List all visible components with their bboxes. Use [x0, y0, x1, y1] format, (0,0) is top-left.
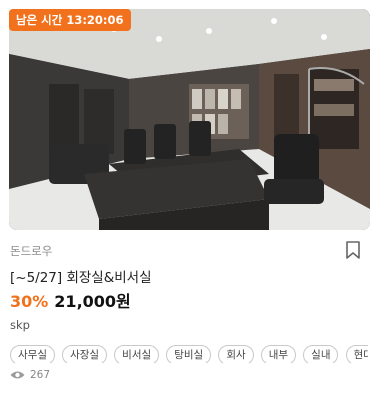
tag-chip[interactable]: 탕비실 — [166, 345, 212, 363]
time-remaining-badge: 남은 시간 13:20:06 — [9, 9, 131, 31]
product-thumbnail[interactable] — [9, 9, 370, 230]
sale-price: 21,000원 — [54, 292, 131, 311]
discount-rate: 30% — [10, 292, 49, 311]
brand-label: skp — [10, 318, 30, 332]
tag-chip[interactable]: 실내 — [303, 345, 339, 363]
product-card[interactable]: 남은 시간 13:20:06 돈드로우 [~5/27] 회장실&비서실 30% 2… — [0, 0, 377, 397]
product-title[interactable]: [~5/27] 회장실&비서실 — [10, 266, 152, 286]
price-row: 30% 21,000원 — [10, 288, 131, 312]
office-render-image — [9, 9, 370, 230]
tag-chip[interactable]: 사무실 — [10, 345, 55, 363]
tag-chip[interactable]: 사장실 — [62, 345, 108, 363]
tag-list: 사무실 사장실 비서실 탕비실 회사 내부 실내 현대둘 — [10, 343, 368, 363]
tag-chip[interactable]: 비서실 — [114, 345, 160, 363]
tag-chip[interactable]: 회사 — [218, 345, 254, 363]
view-count-value: 267 — [30, 369, 51, 381]
tag-chip[interactable]: 내부 — [260, 345, 297, 363]
eye-icon — [10, 371, 25, 379]
bookmark-icon[interactable] — [345, 241, 361, 259]
seller-name[interactable]: 돈드로우 — [10, 243, 52, 259]
tag-chip[interactable]: 현대둘 — [345, 345, 368, 363]
view-count: 267 — [10, 369, 50, 381]
